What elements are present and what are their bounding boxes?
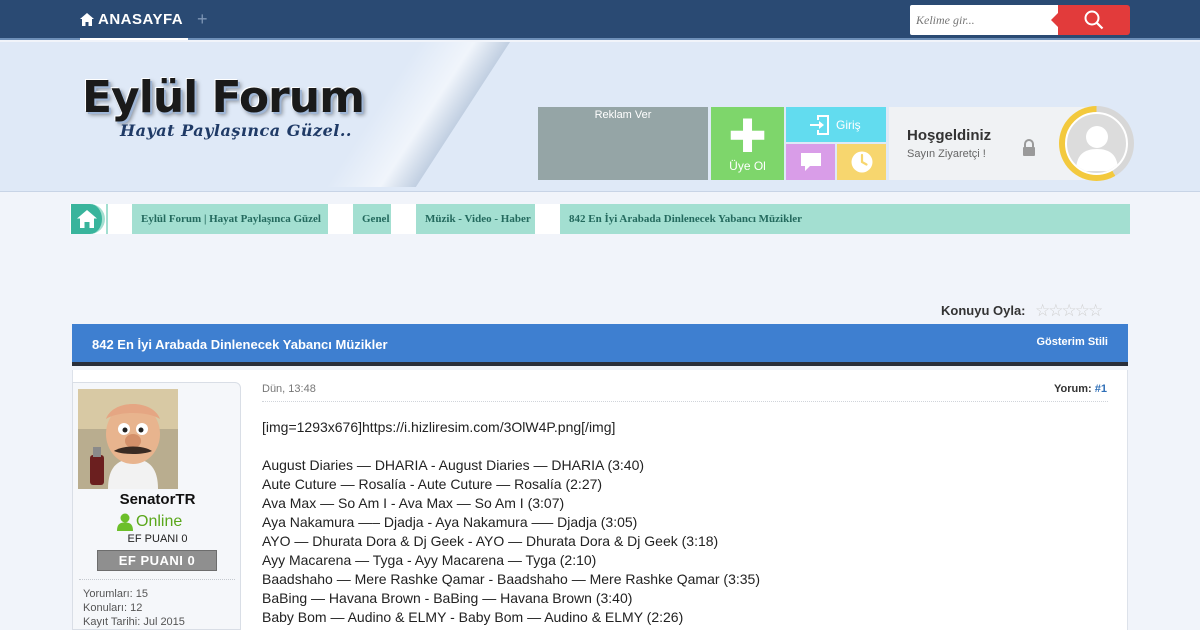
login-icon (810, 114, 829, 135)
recent-activity-button[interactable] (837, 144, 886, 180)
clock-icon (851, 151, 872, 173)
author-points-text: EF PUANI 0 (127, 533, 188, 545)
breadcrumb-music[interactable]: Müzik - Video - Haber (416, 204, 536, 234)
breadcrumb-separator (328, 204, 353, 234)
default-avatar (1065, 112, 1128, 175)
home-nav-label: ANASAYFA (98, 10, 184, 28)
search-input[interactable] (910, 5, 1058, 35)
rate-topic-label: Konuyu Oyla: (941, 303, 1026, 318)
search-button[interactable] (1051, 5, 1130, 35)
star-icon[interactable]: ☆ (1035, 301, 1050, 320)
author-registered: Kayıt Tarihi: Jul 2015 (83, 616, 185, 628)
user-silhouette-icon (1075, 125, 1118, 171)
lock-icon[interactable] (1022, 139, 1036, 157)
register-label: Üye Ol (729, 159, 766, 173)
rating-stars[interactable]: ☆☆☆☆☆ (1035, 301, 1103, 321)
home-icon (80, 12, 94, 26)
logo-title: Eylül Forum (82, 72, 365, 123)
post-permalink[interactable]: #1 (1095, 383, 1107, 395)
post-line: Ava Max — So Am I - Ava Max — So Am I (3… (262, 495, 565, 511)
top-navbar: ANASAYFA + (0, 0, 1200, 40)
author-points-badge: EF PUANI 0 (97, 550, 217, 571)
star-icon[interactable]: ☆ (1075, 301, 1090, 320)
author-username[interactable]: SenatorTR (73, 491, 242, 508)
search-icon (1084, 10, 1104, 30)
post-body: [img=1293x676]https://i.hizliresim.com/3… (262, 418, 1112, 627)
home-nav-link[interactable]: ANASAYFA (80, 0, 188, 40)
breadcrumb-current: 842 En İyi Arabada Dinlenecek Yabancı Mü… (569, 213, 803, 225)
post-date: Dün, 13:48 (262, 383, 316, 395)
thread-title: 842 En İyi Arabada Dinlenecek Yabancı Mü… (92, 337, 388, 352)
breadcrumb-home-button[interactable] (70, 204, 106, 234)
online-user-icon (117, 513, 133, 531)
site-logo[interactable]: Eylül Forum Hayat Paylaşınca Güzel.. (82, 72, 382, 167)
post-line: [img=1293x676]https://i.hizliresim.com/3… (262, 419, 616, 435)
home-icon (76, 210, 97, 228)
breadcrumb-separator (391, 204, 416, 234)
speech-bubble-icon (800, 153, 821, 171)
post-line: Ayy Macarena — Tyga - Ayy Macarena — Tyg… (262, 552, 597, 568)
star-icon[interactable]: ☆ (1088, 301, 1103, 320)
post-line: Baadshaho — Mere Rashke Qamar - Baadshah… (262, 571, 761, 587)
post-number: Yorum: #1 (1054, 383, 1107, 395)
author-comments: Yorumları: 15 (83, 588, 149, 600)
post-line: Baby Bom — Audino & ELMY - Baby Bom — Au… (262, 609, 684, 625)
register-button[interactable]: ✚ Üye Ol (711, 107, 784, 180)
logo-subtitle: Hayat Paylaşınca Güzel.. (120, 121, 352, 140)
star-icon[interactable]: ☆ (1062, 301, 1077, 320)
welcome-title: Hoşgeldiniz (907, 127, 992, 144)
post-divider (262, 401, 1108, 402)
login-label: Giriş (836, 117, 861, 132)
login-button[interactable]: Giriş (786, 107, 886, 142)
breadcrumb-general[interactable]: Genel (353, 204, 391, 234)
author-avatar[interactable] (78, 389, 178, 489)
thread-header: 842 En İyi Arabada Dinlenecek Yabancı Mü… (72, 324, 1128, 366)
ad-label: Reklam Ver (594, 109, 652, 121)
site-header: Eylül Forum Hayat Paylaşınca Güzel.. Rek… (0, 42, 1200, 192)
post-line: Aya Nakamura —– Djadja - Aya Nakamura —–… (262, 514, 638, 530)
post-number-label: Yorum: (1054, 383, 1092, 395)
post-line: Aute Cuture — Rosalía - Aute Cuture — Ro… (262, 476, 603, 492)
messages-button[interactable] (786, 144, 835, 180)
online-status: Online (117, 513, 182, 531)
star-icon[interactable]: ☆ (1048, 301, 1063, 320)
add-tab-icon[interactable]: + (197, 9, 208, 30)
display-style-menu[interactable]: Gösterim Stili (1036, 336, 1108, 348)
author-avatar-image (78, 389, 178, 489)
plus-icon: ✚ (728, 110, 767, 162)
breadcrumb-separator (535, 204, 560, 234)
post-author-panel: SenatorTR Online EF PUANI 0 EF PUANI 0 Y… (72, 382, 241, 630)
breadcrumb-separator (108, 204, 132, 234)
online-status-label: Online (136, 513, 183, 530)
post-line: August Diaries — DHARIA - August Diaries… (262, 457, 645, 473)
post-line: BaBing — Havana Brown - BaBing — Havana … (262, 590, 633, 606)
breadcrumb-forum[interactable]: Eylül Forum | Hayat Paylaşınca Güzel (132, 204, 328, 234)
post-line: AYO — Dhurata Dora & Dj Geek - AYO — Dhu… (262, 533, 719, 549)
author-topics: Konuları: 12 (83, 602, 143, 614)
user-avatar-ring[interactable] (1059, 106, 1134, 181)
ad-box[interactable]: Reklam Ver (538, 107, 708, 180)
breadcrumb: Eylül Forum | Hayat Paylaşınca Güzel Gen… (70, 204, 1130, 234)
post-line (262, 437, 1112, 456)
welcome-subtitle: Sayın Ziyaretçi ! (907, 148, 986, 160)
author-divider (79, 579, 235, 580)
